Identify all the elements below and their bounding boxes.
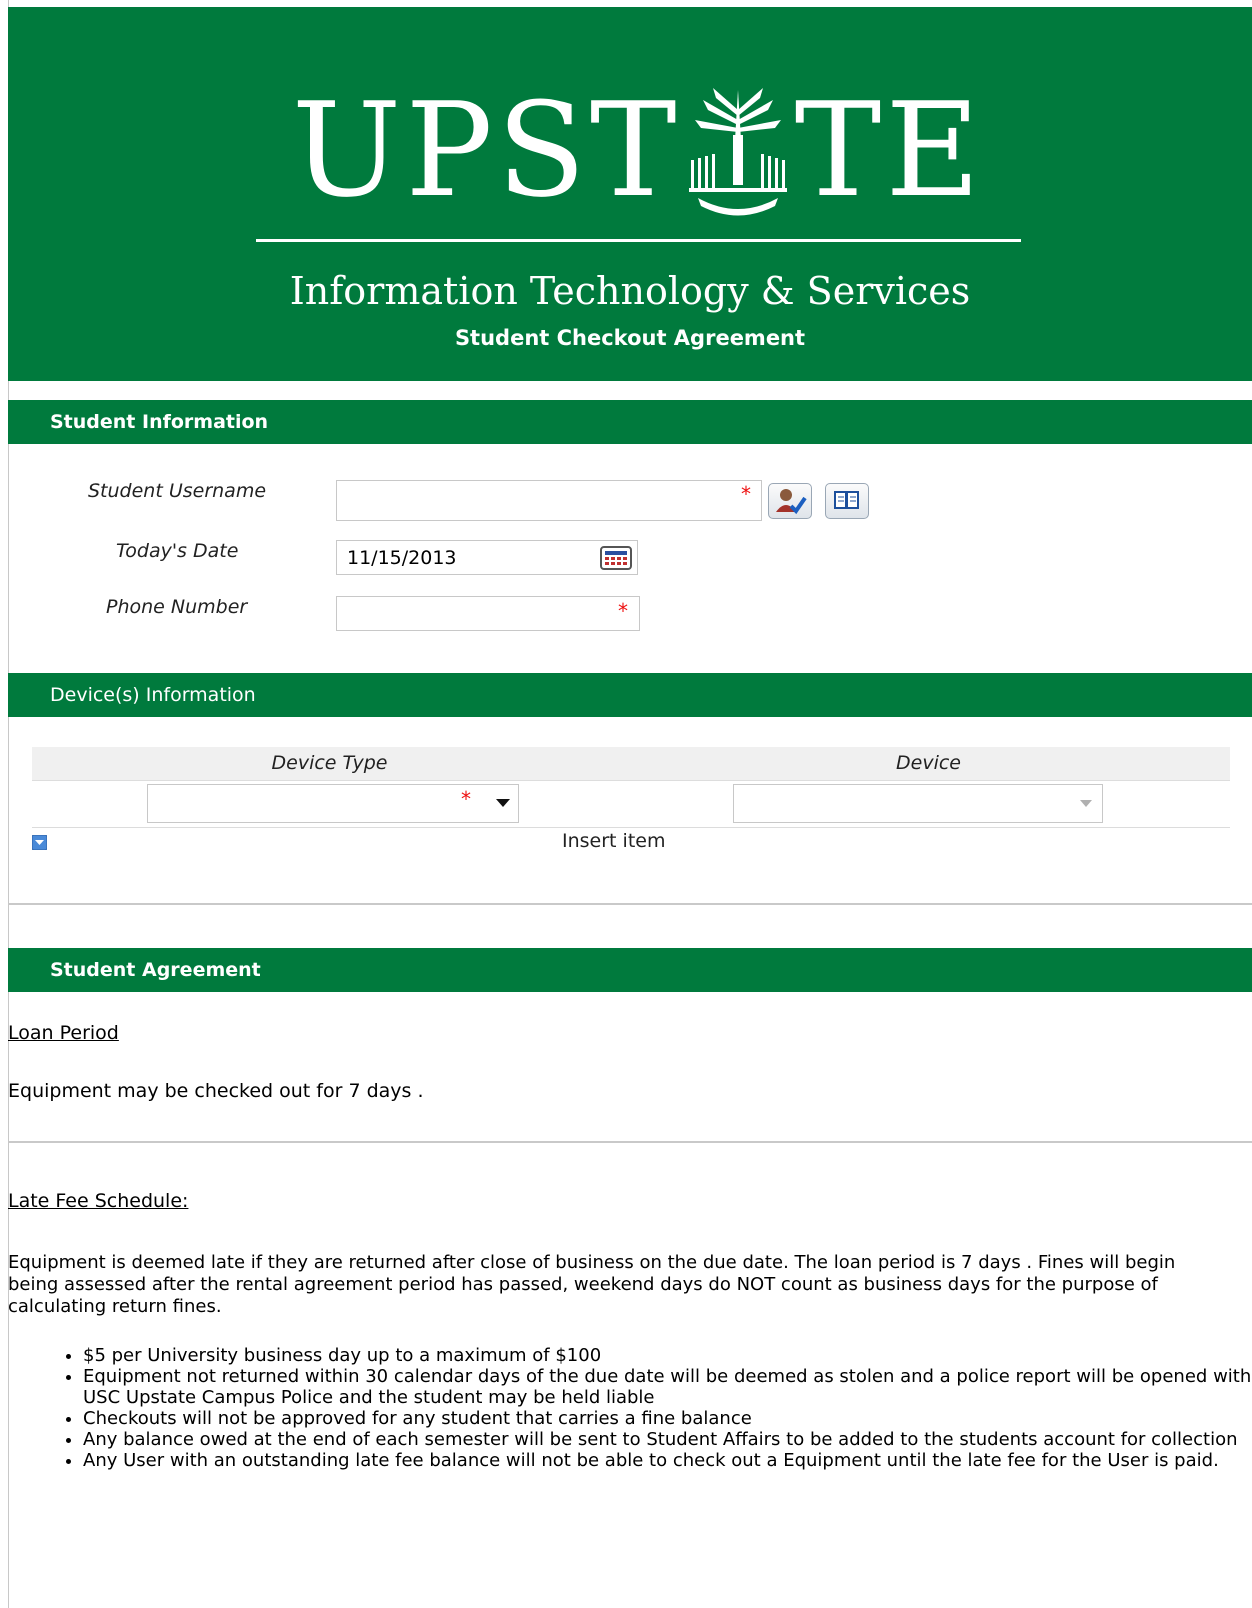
- date-picker-button[interactable]: [600, 546, 632, 570]
- phone-label: Phone Number: [106, 596, 248, 618]
- grid-row-divider: [32, 827, 1230, 828]
- list-item: Checkouts will not be approved for any s…: [83, 1408, 1252, 1429]
- device-info-header: Device(s) Information: [8, 673, 1252, 717]
- student-info-header: Student Information: [8, 400, 1252, 444]
- loan-period-text: Equipment may be checked out for 7 days …: [8, 1080, 424, 1102]
- device-select[interactable]: [733, 784, 1103, 823]
- fee-list: $5 per University business day up to a m…: [55, 1345, 1252, 1471]
- address-book-icon: [834, 491, 859, 509]
- logo-text-left: UPST: [291, 74, 681, 226]
- date-input[interactable]: 11/15/2013: [336, 540, 638, 575]
- chevron-down-icon[interactable]: [496, 799, 510, 807]
- department-name: Information Technology & Services: [289, 269, 971, 313]
- page-title: Student Checkout Agreement: [454, 326, 806, 350]
- late-fee-title: Late Fee Schedule:: [8, 1190, 189, 1212]
- logo-text-right: TE: [794, 74, 985, 226]
- loan-period-title: Loan Period: [8, 1022, 119, 1044]
- device-grid-header: Device Type Device: [32, 747, 1230, 781]
- late-fee-text: Equipment is deemed late if they are ret…: [8, 1252, 1176, 1317]
- device-info-heading: Device(s) Information: [50, 684, 256, 706]
- agreement-heading: Student Agreement: [50, 959, 261, 981]
- list-item: $5 per University business day up to a m…: [83, 1345, 1252, 1366]
- expand-menu-button[interactable]: [31, 834, 48, 851]
- section-divider: [8, 903, 1252, 905]
- browse-directory-button[interactable]: [825, 483, 869, 519]
- agreement-header: Student Agreement: [8, 948, 1252, 992]
- chevron-down-icon[interactable]: [1080, 800, 1092, 807]
- palmetto-seal-icon: [688, 88, 787, 216]
- required-marker: *: [741, 482, 751, 506]
- phone-input[interactable]: [336, 596, 640, 631]
- column-device: Device: [896, 752, 961, 774]
- check-names-icon: [776, 489, 807, 515]
- calendar-icon: [600, 546, 632, 570]
- header-banner: UPST TE Information Technology & Service…: [8, 7, 1252, 381]
- column-device-type: Device Type: [271, 752, 388, 774]
- dropdown-arrow-icon: [31, 834, 48, 851]
- date-label: Today's Date: [116, 540, 239, 562]
- student-info-heading: Student Information: [50, 411, 269, 433]
- insert-item-link[interactable]: Insert item: [562, 830, 665, 852]
- section-divider: [8, 1141, 1252, 1143]
- logo-divider: [256, 239, 1021, 242]
- list-item: Any User with an outstanding late fee ba…: [83, 1450, 1252, 1471]
- username-input[interactable]: [336, 480, 762, 521]
- required-marker: *: [461, 787, 471, 811]
- required-marker: *: [618, 599, 628, 623]
- check-names-button[interactable]: [768, 483, 812, 519]
- list-item: Equipment not returned within 30 calenda…: [83, 1366, 1252, 1408]
- list-item: Any balance owed at the end of each seme…: [83, 1429, 1252, 1450]
- upstate-logo: UPST TE: [258, 75, 1018, 225]
- username-label: Student Username: [88, 480, 267, 502]
